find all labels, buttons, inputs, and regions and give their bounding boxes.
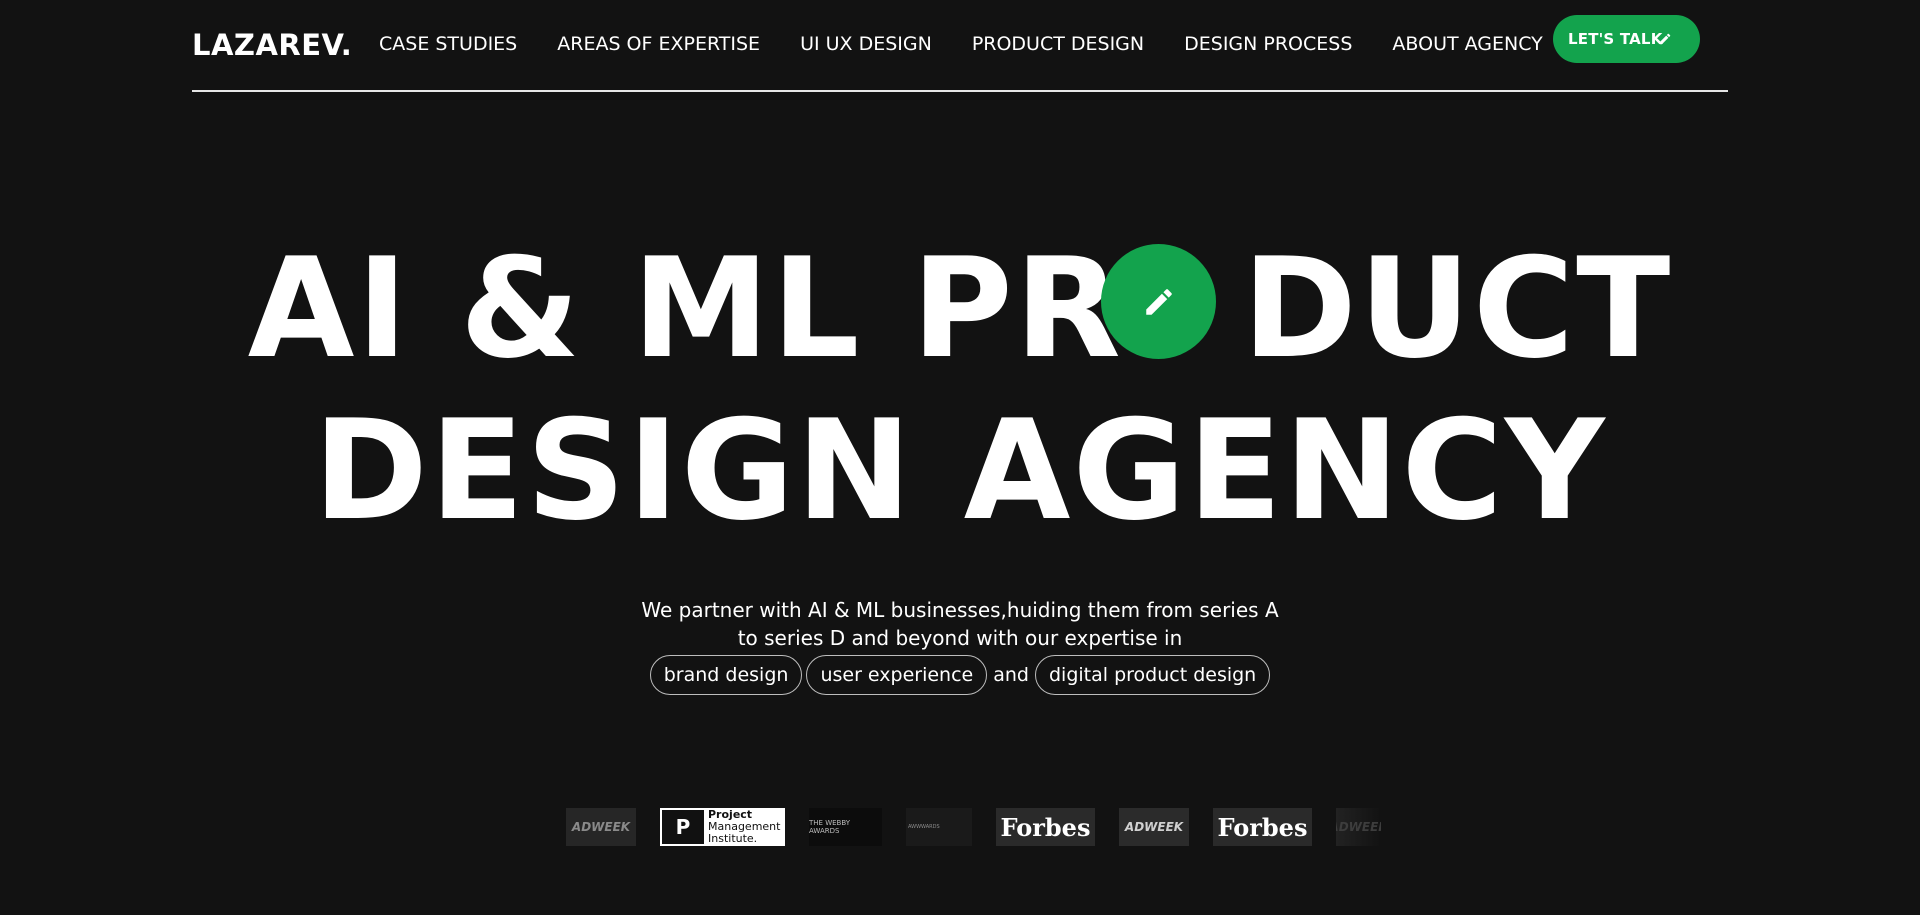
forbes-logo: Forbes <box>1213 808 1312 846</box>
pencil-icon <box>1658 31 1672 45</box>
hero-pencil-badge[interactable] <box>1101 244 1216 359</box>
forbes-logo: Forbes <box>996 808 1095 846</box>
awwwards-logo: AWWWARDS <box>906 808 972 846</box>
tag-brand-design[interactable]: brand design <box>649 655 803 695</box>
site-header: LAZAREV. CASE STUDIES AREAS OF EXPERTISE… <box>192 0 1728 92</box>
tag-digital-product-design[interactable]: digital product design <box>1034 655 1271 695</box>
lets-talk-button[interactable]: LET'S TALK <box>1553 15 1700 63</box>
press-logos-strip: ADWEEK P Project Management Institute. T… <box>566 808 1381 846</box>
nav-item-ui-ux-design[interactable]: UI UX DESIGN <box>800 33 932 55</box>
lets-talk-label: LET'S TALK <box>1568 30 1663 48</box>
nav-item-about-agency[interactable]: ABOUT AGENCY <box>1392 33 1542 55</box>
nav-item-areas-of-expertise[interactable]: AREAS OF EXPERTISE <box>557 33 760 55</box>
tag-conjunction: and <box>993 664 1029 686</box>
nav-item-design-process[interactable]: DESIGN PROCESS <box>1184 33 1352 55</box>
tag-user-experience[interactable]: user experience <box>806 655 988 695</box>
adweek-logo: ADWEEK <box>1119 808 1189 846</box>
adweek-logo-faded: ADWEEK <box>1336 808 1381 846</box>
hero-description-line-2: to series D and beyond with our expertis… <box>737 626 1183 650</box>
hero-title-line-1: AI & ML PRODUCT <box>0 240 1920 378</box>
expertise-tags: brand design user experience and digital… <box>0 655 1920 695</box>
nav-item-case-studies[interactable]: CASE STUDIES <box>379 33 517 55</box>
brand-logo[interactable]: LAZAREV. <box>192 28 352 62</box>
nav-item-product-design[interactable]: PRODUCT DESIGN <box>972 33 1144 55</box>
pmi-mark-icon: P <box>662 810 704 844</box>
pencil-icon <box>1145 288 1172 315</box>
hero-description: We partner with AI & ML businesses,huidi… <box>560 596 1360 652</box>
webby-awards-logo: THE WEBBY AWARDS <box>809 808 882 846</box>
hero-title-line-2: DESIGN AGENCY <box>313 390 1607 551</box>
hero-title-part-1: AI & ML PR <box>247 228 1123 389</box>
adweek-logo: ADWEEK <box>566 808 636 846</box>
page: LAZAREV. CASE STUDIES AREAS OF EXPERTISE… <box>0 0 1920 915</box>
hero-title-part-2: DUCT <box>1242 228 1673 389</box>
hero-description-line-1: We partner with AI & ML businesses,huidi… <box>641 598 1279 622</box>
pmi-logo: P Project Management Institute. <box>660 808 785 846</box>
main-nav: CASE STUDIES AREAS OF EXPERTISE UI UX DE… <box>379 33 1583 55</box>
